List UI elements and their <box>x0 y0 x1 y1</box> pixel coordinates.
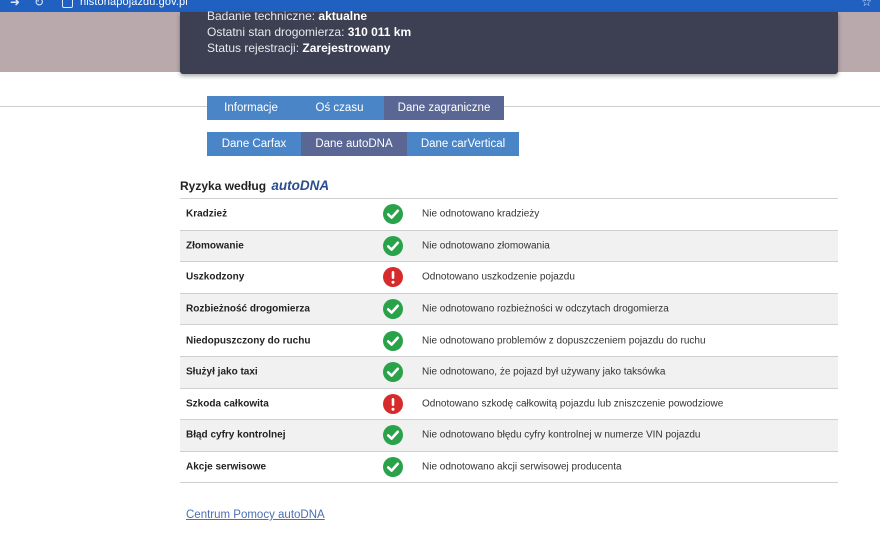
risk-row: Rozbieżność drogomierza Nie odnotowano ro… <box>180 293 838 326</box>
risk-label: Uszkodzony <box>186 271 245 283</box>
browser-toolbar: ➜ ↻ historiapojazdu.gov.pl ☆ <box>0 0 880 12</box>
tab-dane-carfax[interactable]: Dane Carfax <box>207 132 301 156</box>
risk-row: Szkoda całkowita Odnotowano szkodę całkow… <box>180 389 838 421</box>
foreign-data-tabs: Dane Carfax Dane autoDNA Dane carVertica… <box>207 132 519 156</box>
risk-row: Służył jako taxi Nie odnotowano, że pojaz… <box>180 356 838 389</box>
risk-description: Odnotowano uszkodzenie pojazdu <box>422 271 575 283</box>
risk-label: Służył jako taxi <box>186 366 258 378</box>
card-value: aktualne <box>318 9 368 23</box>
help-center-link[interactable]: Centrum Pomocy autoDNA <box>186 509 325 521</box>
risk-row: Niedopuszczony do ruchu Nie odnotowano pr… <box>180 325 838 357</box>
check-circle-icon <box>383 235 403 256</box>
card-label: Badanie techniczne: <box>207 9 316 23</box>
risk-description: Nie odnotowano rozbieżności w odczytach … <box>422 303 669 315</box>
risk-label: Złomowanie <box>186 240 244 252</box>
tab-dane-carvertical[interactable]: Dane carVertical <box>407 132 519 156</box>
risk-label: Kradzież <box>186 208 228 220</box>
section-title-text: Ryzyka według <box>180 179 267 193</box>
risk-row: Złomowanie Nie odnotowano złomowania <box>180 230 838 263</box>
risk-description: Nie odnotowano błędu cyfry kontrolnej w … <box>422 429 701 441</box>
risk-row: Błąd cyfry kontrolnej Nie odnotowano błęd… <box>180 420 838 452</box>
risk-label: Szkoda całkowita <box>186 398 269 410</box>
risk-row: Akcje serwisowe Nie odnotowano akcji serw… <box>180 452 838 484</box>
risk-description: Nie odnotowano, że pojazd był używany ja… <box>422 366 666 378</box>
check-circle-icon <box>383 457 403 478</box>
site-info-icon[interactable] <box>62 0 73 8</box>
address-bar-url[interactable]: historiapojazdu.gov.pl <box>80 0 188 8</box>
risk-description: Nie odnotowano złomowania <box>422 240 550 252</box>
back-arrow-icon[interactable]: ➜ <box>10 0 20 9</box>
exclamation-circle-icon <box>383 267 403 288</box>
card-label: Ostatni stan drogomierza: <box>207 25 345 39</box>
primary-tabs: Informacje Oś czasu Dane zagraniczne <box>207 96 504 120</box>
risk-description: Odnotowano szkodę całkowitą pojazdu lub … <box>422 398 724 410</box>
card-row-registration: Status rejestracji: Zarejestrowany <box>207 41 390 55</box>
card-row-inspection: Badanie techniczne: aktualne <box>207 9 367 23</box>
section-title: Ryzyka według autoDNA <box>180 178 329 193</box>
tab-dane-zagraniczne[interactable]: Dane zagraniczne <box>384 96 504 120</box>
risk-table: Kradzież Nie odnotowano kradzieży Złomowan… <box>180 198 838 484</box>
risk-description: Nie odnotowano kradzieży <box>422 208 540 220</box>
card-row-odometer: Ostatni stan drogomierza: 310 011 km <box>207 25 411 39</box>
vehicle-summary-card: Badanie techniczne: aktualne Ostatni sta… <box>180 9 838 74</box>
risk-row: Uszkodzony Odnotowano uszkodzenie pojazdu <box>180 262 838 294</box>
card-value: 310 011 km <box>347 25 412 39</box>
tab-dane-autodna[interactable]: Dane autoDNA <box>301 132 407 156</box>
risk-label: Błąd cyfry kontrolnej <box>186 429 286 441</box>
risk-description: Nie odnotowano akcji serwisowej producen… <box>422 461 622 473</box>
exclamation-circle-icon <box>383 393 403 414</box>
autodna-brand: autoDNA <box>271 178 330 193</box>
card-value: Zarejestrowany <box>302 41 391 55</box>
card-label: Status rejestracji: <box>207 41 300 55</box>
check-circle-icon <box>383 204 403 225</box>
reload-icon[interactable]: ↻ <box>34 0 44 9</box>
risk-label: Rozbieżność drogomierza <box>186 303 310 315</box>
tab-informacje[interactable]: Informacje <box>207 96 295 120</box>
check-circle-icon <box>383 362 403 383</box>
tab-os-czasu[interactable]: Oś czasu <box>295 96 384 120</box>
bookmark-star-icon[interactable]: ☆ <box>861 0 872 9</box>
check-circle-icon <box>383 299 403 320</box>
check-circle-icon <box>383 425 403 446</box>
risk-label: Akcje serwisowe <box>186 461 267 473</box>
risk-description: Nie odnotowano problemów z dopuszczeniem… <box>422 335 706 347</box>
risk-row: Kradzież Nie odnotowano kradzieży <box>180 199 838 231</box>
check-circle-icon <box>383 330 403 351</box>
risk-label: Niedopuszczony do ruchu <box>186 335 311 347</box>
